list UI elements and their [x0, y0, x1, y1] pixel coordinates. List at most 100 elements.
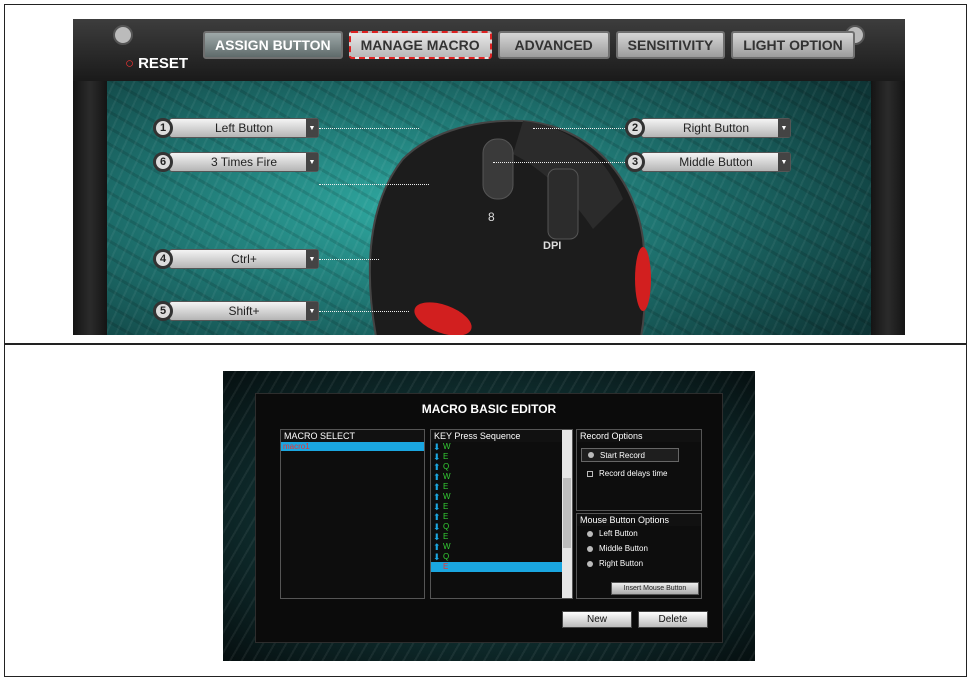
- arrow-up-icon: ⬆: [433, 462, 441, 472]
- key-sequence-item[interactable]: ⬆ E: [431, 482, 572, 492]
- arrow-up-icon: ⬆: [433, 512, 441, 522]
- leader-line: [319, 259, 379, 260]
- arrow-up-icon: ⬆: [433, 482, 441, 492]
- tab-assign-button[interactable]: ASSIGN BUTTON: [203, 31, 343, 59]
- key-label: Q: [443, 462, 450, 471]
- right-button-radio[interactable]: Right Button: [577, 556, 701, 571]
- key-sequence-item[interactable]: ⬇ E: [431, 532, 572, 542]
- reset-button[interactable]: ○ RESET: [125, 55, 188, 72]
- assign-slot-2[interactable]: 2 Right Button ▼: [625, 117, 791, 139]
- arrow-up-icon: ⬆: [433, 472, 441, 482]
- record-delays-label: Record delays time: [599, 469, 668, 478]
- tab-manage-macro[interactable]: MANAGE MACRO: [348, 31, 492, 59]
- slot-number: 5: [153, 301, 173, 321]
- dropdown-arrow-icon[interactable]: ▼: [306, 119, 318, 137]
- arrow-up-icon: ⬆: [433, 492, 441, 502]
- slot-number: 6: [153, 152, 173, 172]
- slot-number: 4: [153, 249, 173, 269]
- mouse-button-options-panel: Mouse Button Options Left Button Middle …: [576, 513, 702, 599]
- slot-label: 3 Times Fire: [210, 155, 277, 169]
- assign-slot-3[interactable]: 3 Middle Button ▼: [625, 151, 791, 173]
- key-sequence-item[interactable]: ⬇ E: [431, 502, 572, 512]
- arrow-down-icon: ⬇: [433, 532, 441, 542]
- new-button[interactable]: New: [562, 611, 632, 628]
- assign-slot-4[interactable]: 4 Ctrl+ ▼: [153, 248, 319, 270]
- key-sequence-item[interactable]: ⬆ E: [431, 512, 572, 522]
- key-sequence-item[interactable]: ⬆ W: [431, 492, 572, 502]
- key-label: W: [443, 442, 451, 451]
- dropdown-arrow-icon[interactable]: ▼: [306, 302, 318, 320]
- arrow-down-icon: ⬇: [433, 502, 441, 512]
- delete-button[interactable]: Delete: [638, 611, 708, 628]
- checkbox-icon: [587, 470, 593, 477]
- macro-select-panel: MACRO SELECT macro1: [280, 429, 425, 599]
- slot-label: Shift+: [228, 304, 260, 318]
- key-sequence-item[interactable]: ⬇ E: [431, 452, 572, 462]
- bottom-screenshot-frame: MACRO BASIC EDITOR MACRO SELECT macro1 K…: [4, 344, 967, 677]
- key-sequence-scrollbar[interactable]: [562, 430, 572, 598]
- key-label: W: [443, 472, 451, 481]
- key-label: E: [443, 482, 449, 491]
- key-sequence-list[interactable]: ⬇ W ⬇ E ⬆ Q ⬆ W ⬆ E ⬆ W ⬇ E ⬆ E ⬇ Q ⬇ E ⬆ W ⬇ Q ⬆ E: [431, 442, 572, 572]
- radio-label: Left Button: [599, 529, 638, 538]
- radio-icon: [587, 530, 593, 537]
- insert-mouse-button[interactable]: Insert Mouse Button: [611, 582, 699, 595]
- key-label: E: [443, 532, 449, 541]
- leader-line: [493, 162, 625, 163]
- arrow-up-icon: ⬆: [433, 542, 441, 552]
- dropdown-arrow-icon[interactable]: ▼: [306, 153, 318, 171]
- slot-number: 1: [153, 118, 173, 138]
- tab-advanced[interactable]: ADVANCED: [497, 31, 610, 59]
- record-options-panel: Record Options Start Record Record delay…: [576, 429, 702, 511]
- tab-sensitivity[interactable]: SENSITIVITY: [615, 31, 726, 59]
- key-sequence-item[interactable]: ⬆ W: [431, 542, 572, 552]
- power-icon: ○: [125, 55, 135, 72]
- assign-button-screen: ○ RESET ASSIGN BUTTON MANAGE MACRO ADVANC…: [73, 19, 905, 335]
- key-label: W: [443, 492, 451, 501]
- leader-line: [319, 184, 429, 185]
- key-label: Q: [443, 522, 450, 531]
- leader-line: [319, 311, 409, 312]
- key-sequence-item[interactable]: ⬇ Q: [431, 522, 572, 532]
- mouse-image: DPI 8: [368, 119, 651, 335]
- arrow-down-icon: ⬇: [433, 442, 441, 452]
- leader-line: [533, 128, 625, 129]
- key-label: E: [443, 502, 449, 511]
- radio-label: Middle Button: [599, 544, 648, 553]
- key-label: W: [443, 542, 451, 551]
- key-sequence-panel: KEY Press Sequence ⬇ W ⬇ E ⬆ Q ⬆ W ⬆ E ⬆ W ⬇ E ⬆ E ⬇ Q ⬇ E ⬆…: [430, 429, 573, 599]
- key-label: Q: [443, 552, 450, 561]
- dropdown-arrow-icon[interactable]: ▼: [306, 250, 318, 268]
- arrow-down-icon: ⬇: [433, 552, 441, 562]
- left-button-radio[interactable]: Left Button: [577, 526, 701, 541]
- slot-label: Ctrl+: [231, 252, 257, 266]
- arrow-up-icon: ⬆: [433, 562, 441, 572]
- start-record-button[interactable]: Start Record: [581, 448, 679, 462]
- scrollbar-thumb[interactable]: [563, 478, 571, 548]
- record-delays-checkbox[interactable]: Record delays time: [577, 466, 701, 481]
- dropdown-arrow-icon[interactable]: ▼: [778, 153, 790, 171]
- macro-list-item[interactable]: macro1: [281, 442, 424, 451]
- key-sequence-item[interactable]: ⬇ W: [431, 442, 572, 452]
- mouse-options-header: Mouse Button Options: [577, 514, 701, 526]
- assign-slot-6[interactable]: 6 3 Times Fire ▼: [153, 151, 319, 173]
- key-sequence-item[interactable]: ⬆ W: [431, 472, 572, 482]
- reset-label: RESET: [138, 55, 189, 72]
- assign-slot-1[interactable]: 1 Left Button ▼: [153, 117, 319, 139]
- dropdown-arrow-icon[interactable]: ▼: [778, 119, 790, 137]
- slot-label: Middle Button: [679, 155, 753, 169]
- record-options-header: Record Options: [577, 430, 701, 442]
- key-sequence-item[interactable]: ⬆ Q: [431, 462, 572, 472]
- slot-number: 3: [625, 152, 645, 172]
- slot-label: Right Button: [682, 121, 750, 135]
- key-sequence-item[interactable]: ⬆ E: [431, 562, 572, 572]
- bolt-icon: [113, 25, 133, 45]
- assign-slot-5[interactable]: 5 Shift+ ▼: [153, 300, 319, 322]
- macro-editor-window: MACRO BASIC EDITOR MACRO SELECT macro1 K…: [223, 371, 755, 661]
- leader-line: [319, 128, 419, 129]
- radio-label: Right Button: [599, 559, 644, 568]
- middle-button-radio[interactable]: Middle Button: [577, 541, 701, 556]
- key-sequence-header: KEY Press Sequence: [431, 430, 572, 442]
- tab-light-option[interactable]: LIGHT OPTION: [731, 31, 855, 59]
- key-sequence-item[interactable]: ⬇ Q: [431, 552, 572, 562]
